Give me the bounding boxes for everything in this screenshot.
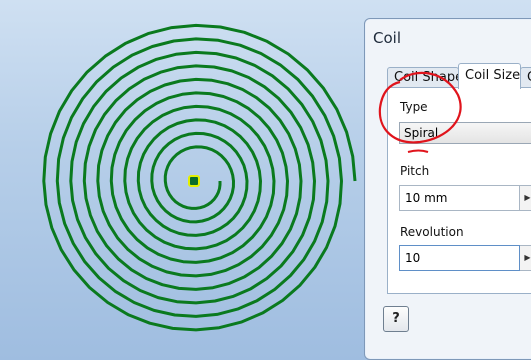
revolution-input[interactable]: 10 [399,245,520,271]
dialog-title: Coil [373,29,401,47]
type-dropdown[interactable]: Spiral [399,122,531,144]
coil-size-panel: Type Spiral Pitch 10 mm ▶ Revolution 10 … [387,87,531,294]
revolution-label: Revolution [400,225,464,239]
revolution-arrow-button[interactable]: ▶ [520,245,531,271]
tab-coil-shape[interactable]: Coil Shape [387,67,459,87]
pitch-input[interactable]: 10 mm [399,185,520,211]
pitch-label: Pitch [400,164,430,178]
help-button[interactable]: ? [383,306,409,332]
type-label: Type [400,100,428,114]
coil-dialog: Coil Coil Shape Coil Size C Type Spiral … [364,18,531,360]
pitch-arrow-button[interactable]: ▶ [520,185,531,211]
tab-coil-ends[interactable]: C [520,67,531,87]
tab-coil-size[interactable]: Coil Size [458,63,521,89]
center-point-marker[interactable] [188,175,200,187]
help-icon: ? [392,311,400,326]
